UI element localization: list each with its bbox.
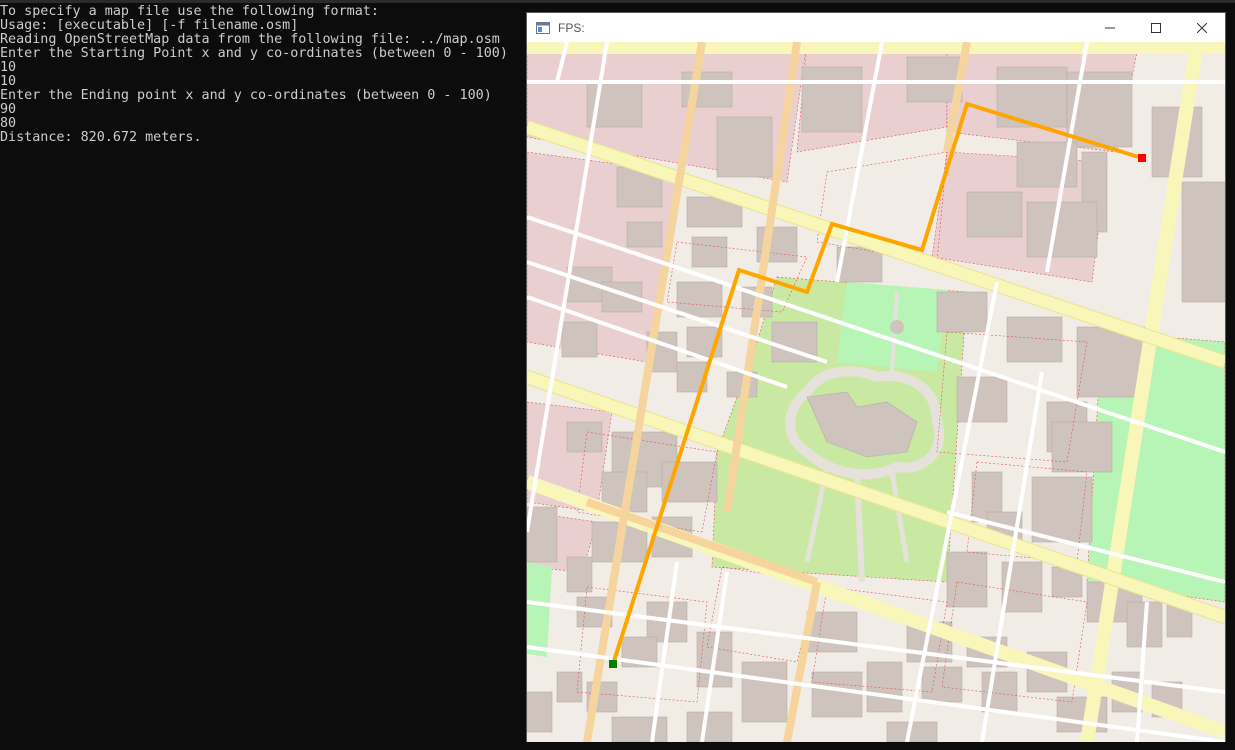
close-icon xyxy=(1197,22,1207,33)
window-titlebar[interactable]: FPS: xyxy=(527,13,1225,42)
map-drawing xyxy=(527,42,1225,742)
console-line: Distance: 820.672 meters. xyxy=(0,130,202,145)
console-line: Enter the Starting Point x and y co-ordi… xyxy=(0,46,508,61)
console-line: 10 xyxy=(0,74,17,89)
console-output: To specify a map file use the following … xyxy=(0,5,508,145)
map-canvas[interactable] xyxy=(527,42,1225,742)
console-line: To specify a map file use the following … xyxy=(0,4,379,19)
console-line: 90 xyxy=(0,102,17,117)
close-button[interactable] xyxy=(1179,13,1225,42)
map-viewer-window[interactable]: FPS: xyxy=(526,12,1226,742)
window-title: FPS: xyxy=(558,20,585,35)
maximize-icon xyxy=(1151,22,1161,33)
console-line: Reading OpenStreetMap data from the foll… xyxy=(0,32,500,47)
console-line: Enter the Ending point x and y co-ordina… xyxy=(0,88,492,103)
app-window-icon xyxy=(535,20,551,36)
minimize-icon xyxy=(1105,27,1115,28)
console-line: 10 xyxy=(0,60,17,75)
minimize-button[interactable] xyxy=(1087,13,1133,42)
console-line: 80 xyxy=(0,116,17,131)
start-point-marker xyxy=(609,660,617,668)
end-point-marker xyxy=(1138,154,1146,162)
maximize-button[interactable] xyxy=(1133,13,1179,42)
console-line: Usage: [executable] [-f filename.osm] xyxy=(0,18,299,33)
